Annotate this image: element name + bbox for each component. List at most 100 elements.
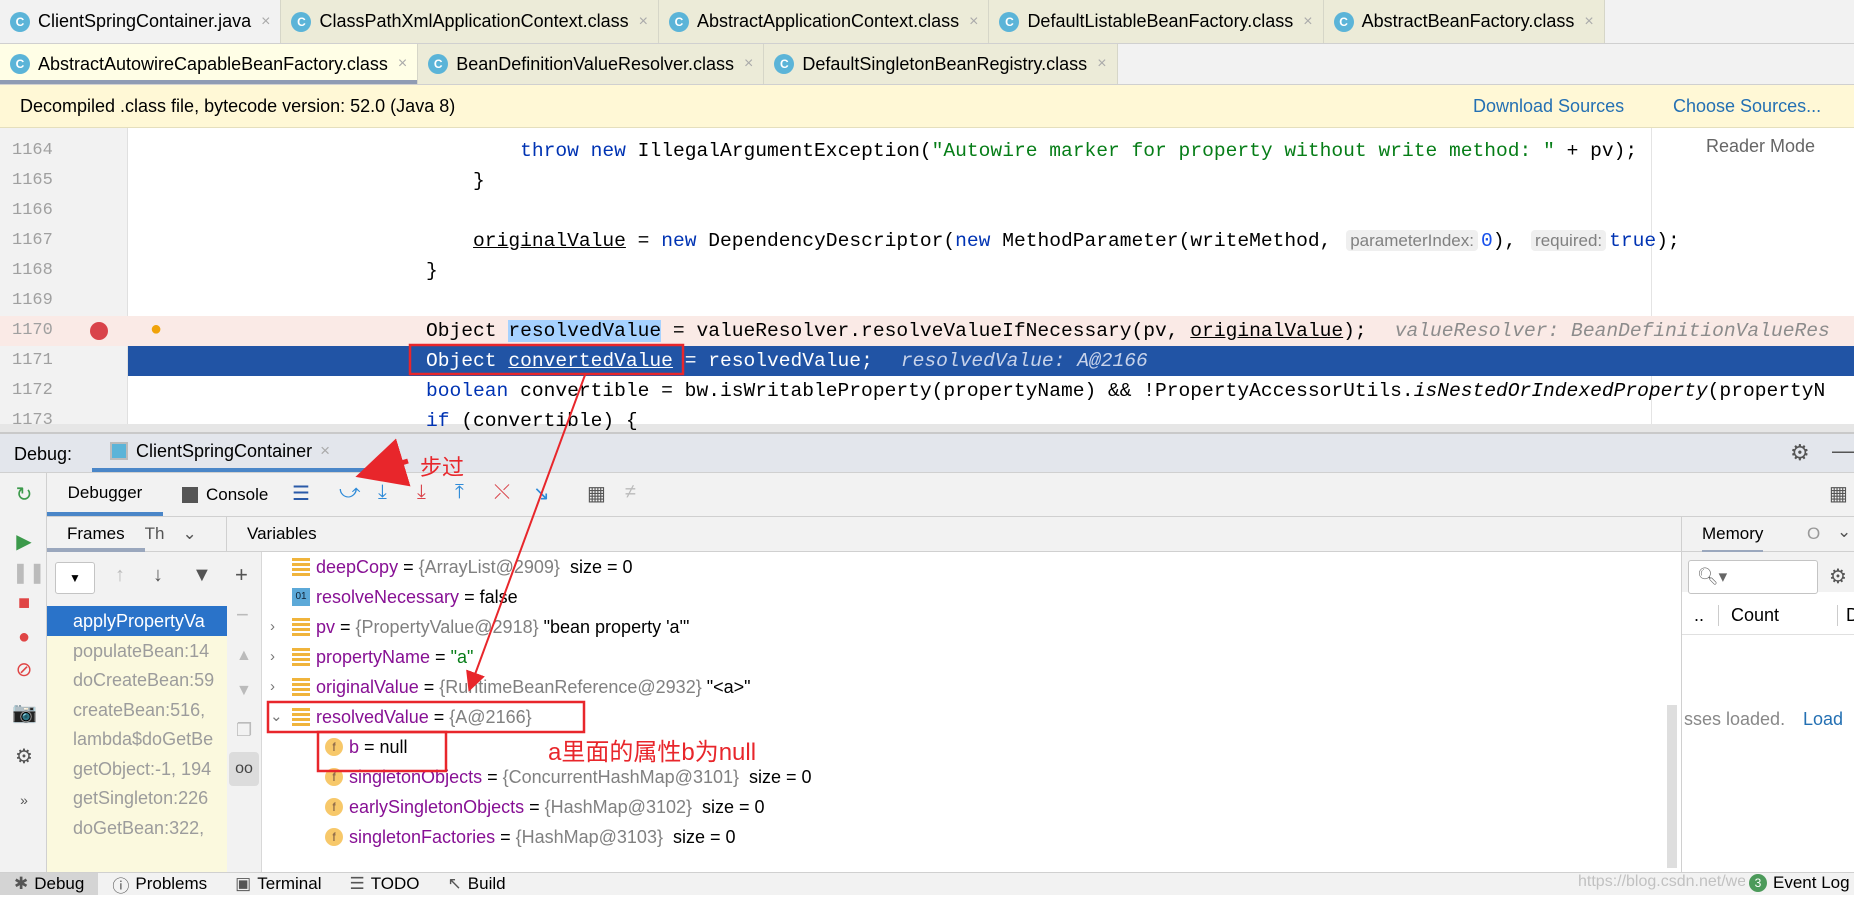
close-icon[interactable]: × (320, 441, 330, 461)
download-sources-link[interactable]: Download Sources (1473, 96, 1624, 117)
tab-console[interactable]: Console (182, 473, 268, 516)
gear-icon[interactable]: ⚙ (1790, 440, 1810, 466)
tool-window-problems[interactable]: ⓘ Problems (98, 873, 221, 896)
layout-icon[interactable]: ☰ (292, 481, 310, 506)
editor-tab[interactable]: C ClientSpringContainer.java × (0, 0, 282, 43)
chevron-down-icon[interactable]: ⌄ (182, 524, 196, 544)
column-count[interactable]: Count (1718, 605, 1779, 626)
drop-frame-icon[interactable]: ⤬ (494, 481, 510, 504)
chevron-down-icon[interactable]: ⌄ (1837, 522, 1851, 542)
tab-debug-session[interactable]: ClientSpringContainer × (92, 434, 368, 472)
tab-debugger[interactable]: Debugger (47, 473, 163, 516)
editor-tab[interactable]: C DefaultSingletonBeanRegistry.class × (764, 44, 1118, 84)
tool-window-debug[interactable]: ✱ Debug (0, 873, 99, 895)
evaluate-expression-icon[interactable]: ▦ (587, 481, 606, 506)
code-text: } (426, 166, 485, 196)
show-execution-point-icon[interactable]: ⤻ (339, 481, 360, 504)
tab-overhead[interactable]: O (1807, 524, 1820, 544)
reader-mode-button[interactable]: Reader Mode (1706, 136, 1815, 157)
stack-frame[interactable]: populateBean:14 (47, 635, 227, 666)
close-icon[interactable]: × (398, 55, 407, 73)
close-icon[interactable]: × (1584, 13, 1593, 31)
show-watches-icon[interactable]: oo (229, 752, 259, 786)
more-icon[interactable]: » (12, 788, 36, 812)
move-down-icon[interactable]: ▼ (236, 682, 252, 700)
gear-icon[interactable]: ⚙ (1829, 564, 1847, 589)
close-icon[interactable]: × (1303, 13, 1312, 31)
stack-frame[interactable]: getObject:-1, 194 (47, 753, 227, 784)
tool-window-build[interactable]: ↖ Build (434, 873, 520, 895)
chevron-right-icon[interactable]: › (270, 612, 292, 642)
variable-row[interactable]: fb = null (325, 732, 408, 762)
trace-icon[interactable]: ≠ (625, 481, 636, 504)
minimize-icon[interactable]: — (1832, 438, 1854, 464)
close-icon[interactable]: × (744, 55, 753, 73)
move-up-icon[interactable]: ▲ (236, 647, 252, 665)
run-to-cursor-icon[interactable]: ↘ (533, 481, 550, 506)
resume-icon[interactable]: ▶ (12, 530, 36, 554)
stack-frame[interactable]: doCreateBean:59 (47, 665, 227, 695)
variable-row[interactable]: deepCopy = {ArrayList@2909} size = 0 (270, 552, 633, 582)
tool-window-todo[interactable]: ☰ TODO (335, 873, 433, 895)
close-icon[interactable]: × (969, 13, 978, 31)
stop-icon[interactable]: ■ (12, 591, 36, 615)
column-class[interactable]: .. (1694, 605, 1704, 626)
stack-frame[interactable]: applyPropertyVa (47, 606, 227, 636)
chevron-right-icon[interactable]: › (270, 642, 292, 672)
close-icon[interactable]: × (1097, 55, 1106, 73)
stack-frame[interactable]: createBean:516, (47, 694, 227, 725)
variable-row[interactable]: › pv = {PropertyValue@2918} "bean propert… (270, 612, 689, 642)
filter-icon[interactable]: ▼ (192, 564, 212, 587)
tab-threads[interactable]: Th (145, 524, 165, 544)
choose-sources-link[interactable]: Choose Sources... (1673, 96, 1821, 117)
tool-window-bar: ✱ Debug ⓘ Problems ▣ Terminal ☰ TODO ↖ Build (0, 872, 1854, 896)
variable-row[interactable]: f earlySingletonObjects = {HashMap@3102} … (325, 792, 765, 822)
code-editor[interactable]: Reader Mode 1164 throw new IllegalArgume… (0, 128, 1854, 432)
event-log-button[interactable]: 3 Event Log (1745, 873, 1850, 893)
view-breakpoints-icon[interactable]: ● (12, 625, 36, 649)
editor-tab[interactable]: C BeanDefinitionValueResolver.class × (418, 44, 765, 84)
load-classes-link[interactable]: Load (1803, 709, 1843, 730)
editor-tab[interactable]: C AbstractApplicationContext.class × (658, 0, 990, 43)
step-over-icon[interactable]: ⤓ (378, 481, 387, 504)
camera-icon[interactable]: 📷 (12, 701, 37, 725)
restore-layout-icon[interactable]: ▦ (1829, 481, 1848, 506)
memory-search-input[interactable]: 🔍︎▾ (1688, 560, 1818, 594)
duplicate-icon[interactable]: ❐ (236, 720, 252, 741)
chevron-down-icon[interactable]: ⌄ (270, 702, 292, 732)
arrow-down-icon[interactable]: ↓ (153, 564, 163, 587)
lightbulb-icon[interactable]: ● (150, 316, 162, 346)
editor-tab[interactable]: C AbstractAutowireCapableBeanFactory.clas… (0, 44, 419, 84)
variable-row[interactable]: › propertyName = "a" (270, 642, 473, 672)
chevron-right-icon[interactable]: › (270, 672, 292, 702)
arrow-up-icon[interactable]: ↑ (115, 564, 125, 587)
remove-watch-icon[interactable]: − (236, 602, 249, 628)
add-watch-icon[interactable]: + (235, 562, 248, 588)
editor-tab[interactable]: C AbstractBeanFactory.class × (1323, 0, 1605, 43)
stack-frame[interactable]: doGetBean:322, (47, 812, 227, 843)
column-diff[interactable]: Di (1837, 605, 1854, 626)
settings-icon[interactable]: ⚙ (12, 745, 36, 769)
variable-row[interactable]: 01 resolveNecessary = false (270, 582, 518, 612)
step-out-icon[interactable]: ⤒ (455, 481, 464, 504)
editor-tab[interactable]: C DefaultListableBeanFactory.class × (989, 0, 1324, 43)
rerun-icon[interactable]: ↻ (12, 483, 36, 507)
stack-frame[interactable]: getSingleton:226 (47, 783, 227, 813)
pause-icon[interactable]: ❚❚ (12, 561, 46, 585)
mute-breakpoints-icon[interactable]: ⊘ (12, 658, 36, 682)
breakpoint-icon[interactable] (90, 322, 108, 340)
tab-memory[interactable]: Memory (1702, 524, 1764, 553)
close-icon[interactable]: × (639, 13, 648, 31)
variables-scrollbar[interactable] (1667, 705, 1677, 868)
variable-row[interactable]: › originalValue = {RuntimeBeanReference@2… (270, 672, 751, 702)
editor-tab[interactable]: C ClassPathXmlApplicationContext.class × (281, 0, 659, 43)
stack-frame[interactable]: lambda$doGetBe (47, 724, 227, 754)
tab-frames[interactable]: Frames (47, 517, 145, 552)
tool-window-terminal[interactable]: ▣ Terminal (221, 873, 335, 895)
variable-row[interactable]: f singletonFactories = {HashMap@3103} siz… (325, 822, 736, 852)
variable-row[interactable]: ⌄ resolvedValue = {A@2166} (270, 702, 532, 732)
close-icon[interactable]: × (261, 13, 270, 31)
step-into-icon[interactable]: ⤓ (417, 481, 426, 504)
thread-selector-dropdown[interactable]: ▼ (55, 562, 95, 594)
